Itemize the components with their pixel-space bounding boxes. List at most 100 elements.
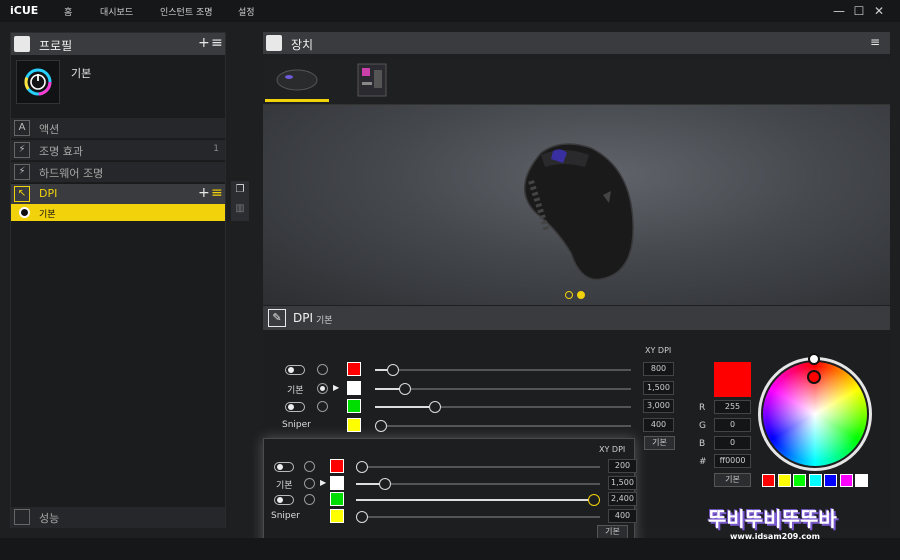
dpi-stage-radio[interactable] [304,477,315,489]
menu-item-count: 1 [213,144,219,154]
dpi-slider-track[interactable] [356,461,600,473]
brightness-handle[interactable] [808,353,820,365]
dpi-stage-color-swatch[interactable] [330,508,344,523]
dpi-value-input[interactable]: 400 [643,417,674,432]
watermark-url: www.idsam209.com [730,532,820,541]
nav-home[interactable]: 홈 [64,5,72,18]
color-preset-swatch[interactable] [839,474,853,487]
dpi-stage-color-swatch[interactable] [347,380,361,395]
menu-item-actions[interactable]: A 액션 [11,117,225,138]
dpi-stage-toggle[interactable] [274,495,294,505]
dpi-stage-color-swatch[interactable] [330,492,344,506]
dpi-value-input[interactable]: 2,400 [608,492,637,506]
dpi-stage-name: 기본 [287,385,304,396]
color-preset-swatch[interactable] [808,474,822,487]
dpi-stage-radio[interactable] [304,461,315,472]
color-wheel-handle[interactable] [807,370,821,384]
color-preset-swatch[interactable] [793,474,806,487]
dpi-slider-track[interactable] [356,510,600,523]
device-tabs [263,58,890,105]
dpi-stage-color-swatch[interactable] [347,399,361,413]
add-dpi-preset-button[interactable]: + [198,185,210,201]
dpi-menu-button[interactable]: ≡ [211,185,223,201]
maximize-button[interactable]: ☐ [852,4,866,18]
hex-input[interactable]: ff0000 [714,454,751,468]
color-preview [714,362,751,397]
dpi-slider-handle[interactable] [588,494,600,506]
edit-icon[interactable]: ✎ [268,309,286,327]
menu-item-dpi[interactable]: ↖ DPI + ≡ [11,183,225,204]
dpi-stage-toggle[interactable] [285,402,305,412]
menu-item-label: 하드웨어 조명 [39,167,104,180]
power-icon [24,68,52,96]
lightning-icon: ⚡ [14,142,30,158]
menu-item-performance[interactable]: 성능 [11,507,225,528]
dpi-stage-radio[interactable] [317,382,328,394]
dpi-slider-handle[interactable] [387,364,400,376]
dpi-value-input[interactable]: 1,500 [608,475,637,490]
dpi-slider-handle[interactable] [375,419,387,432]
dpi-value-input[interactable]: 3,000 [643,399,674,413]
dpi-slider-track[interactable] [375,382,631,395]
nav-instant-lighting[interactable]: 인스턴트 조명 [160,5,213,18]
menu-item-lighting-effects[interactable]: ⚡ 조명 효과 1 [11,139,225,160]
dpi-stage-radio[interactable] [317,401,328,412]
dpi-slider-handle[interactable] [428,401,441,413]
dpi-default-button[interactable]: 기본 [597,525,628,539]
close-button[interactable]: ✕ [872,4,886,18]
g-input[interactable]: 0 [714,418,751,432]
profile-menu-button[interactable]: ≡ [211,35,223,51]
dpi-slider-track[interactable] [375,401,631,413]
nav-settings[interactable]: 설정 [238,5,255,18]
nav-dashboard[interactable]: 대시보드 [100,5,133,18]
dpi-slider-track[interactable] [375,419,631,432]
color-preset-swatch[interactable] [824,474,837,487]
color-default-button[interactable]: 기본 [714,473,751,487]
dpi-slider-track[interactable] [356,494,600,506]
dpi-panel-title: DPI [293,311,314,325]
motherboard-thumbnail-icon [357,63,387,97]
device-tab-mouse[interactable] [265,60,329,102]
dpi-slider-track[interactable] [375,364,631,376]
trash-icon[interactable]: ▥ [234,203,246,217]
dpi-slider-track[interactable] [356,477,600,490]
dpi-stage-color-swatch[interactable] [330,459,344,473]
menu-item-hardware-lighting[interactable]: ⚡ 하드웨어 조명 [11,161,225,182]
carousel-dot[interactable] [565,291,573,299]
dpi-value-input[interactable]: 200 [608,459,637,473]
dpi-default-button[interactable]: 기본 [644,436,675,450]
dpi-slider-handle[interactable] [356,461,368,473]
b-input[interactable]: 0 [714,436,751,450]
profile-panel-header: 프로필 + ≡ [11,33,225,55]
dpi-preset-label: 기본 [39,210,56,220]
profile-name[interactable]: 기본 [71,65,91,81]
dpi-preset-item[interactable]: 기본 [11,204,225,221]
color-preset-swatch[interactable] [777,474,791,487]
dpi-value-input[interactable]: 1,500 [643,380,674,395]
dpi-stage-color-swatch[interactable] [347,417,361,432]
dpi-slider-handle[interactable] [399,382,412,395]
device-tab-motherboard[interactable] [340,60,404,102]
dpi-cursor-icon: ↖ [14,186,30,202]
carousel-dot-active[interactable] [577,291,585,299]
dpi-stage-toggle[interactable] [274,462,294,472]
copy-icon[interactable]: ❐ [234,184,246,198]
dpi-stage-radio[interactable] [304,494,315,505]
dpi-value-input[interactable]: 400 [608,508,637,523]
dpi-slider-fill [375,406,432,408]
dpi-slider-handle[interactable] [379,477,392,490]
dpi-stage-color-swatch[interactable] [347,362,361,376]
add-profile-button[interactable]: + [198,35,210,51]
device-menu-button[interactable]: ≡ [870,35,880,49]
dpi-stage-color-swatch[interactable] [330,475,344,490]
r-input[interactable]: 255 [714,400,751,414]
dpi-stage-name: Sniper [271,510,300,521]
dpi-stage-radio[interactable] [317,364,328,375]
dpi-slider-handle[interactable] [356,510,368,523]
color-preset-swatch[interactable] [855,474,868,487]
color-preset-swatch[interactable] [762,474,775,487]
minimize-button[interactable]: — [832,4,846,18]
dpi-stage-toggle[interactable] [285,365,305,375]
profile-avatar-icon[interactable] [16,60,60,104]
dpi-value-input[interactable]: 800 [643,362,674,376]
